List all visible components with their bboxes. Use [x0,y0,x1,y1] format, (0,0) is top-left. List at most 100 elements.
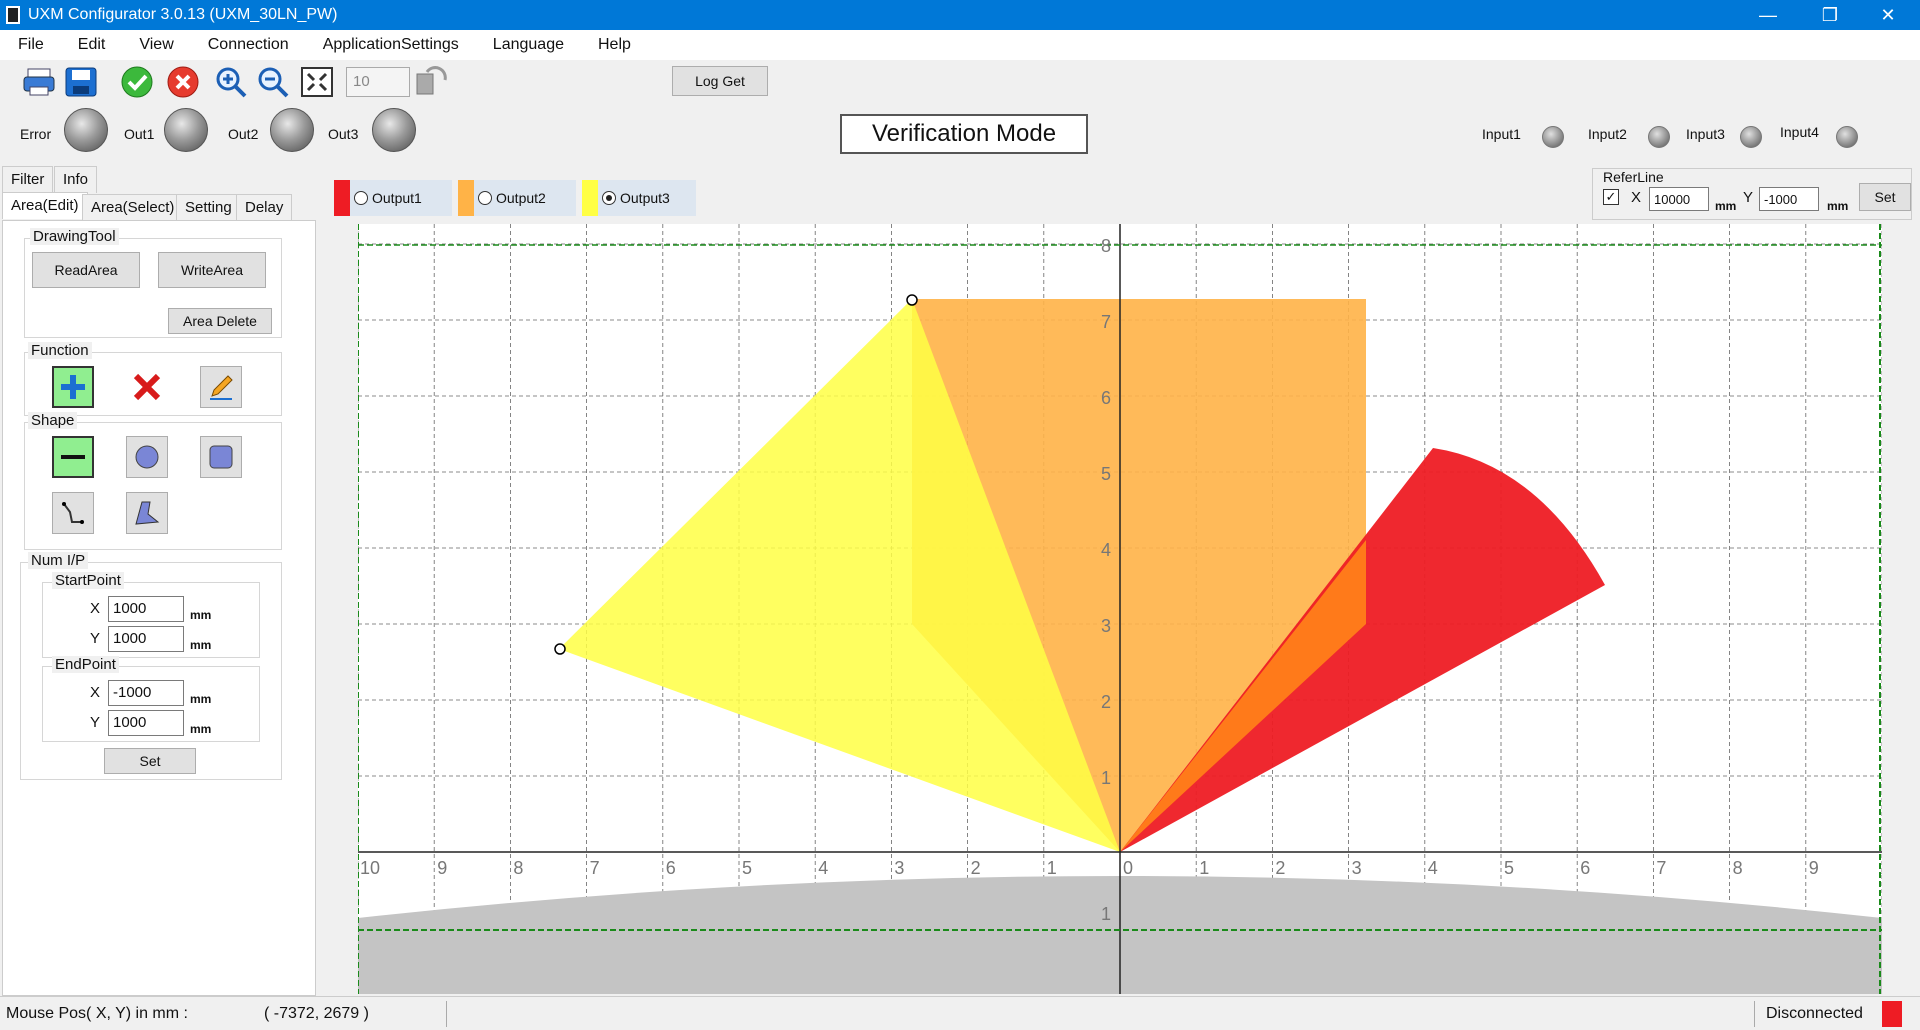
apply-icon[interactable] [118,64,156,100]
input2-lamp [1648,126,1670,148]
write-area-button[interactable]: WriteArea [158,252,266,288]
menu-edit[interactable]: Edit [60,30,122,60]
fit-icon[interactable] [298,64,336,100]
x-tick-label: 6 [666,858,676,878]
toolbar [0,60,1920,102]
y-tick-label: 1 [1101,768,1111,788]
out1-label: Out1 [124,126,155,142]
x-tick-label: 10 [360,858,380,878]
menu-help[interactable]: Help [580,30,647,60]
end-point-title: EndPoint [52,656,119,673]
read-area-button[interactable]: ReadArea [32,252,140,288]
y-tick-label: 7 [1101,312,1111,332]
mode-indicator: Verification Mode [840,114,1088,154]
mouse-pos-label: Mouse Pos( X, Y) in mm : [6,1005,188,1022]
x-tick-label: 8 [1733,858,1743,878]
input1-label: Input1 [1482,126,1521,142]
input4-label: Input4 [1780,124,1819,140]
refer-line-x-label: X [1631,189,1642,206]
end-y-input[interactable]: 1000 [108,710,184,736]
shape-line-button[interactable] [52,436,94,478]
menu-application-settings[interactable]: ApplicationSettings [305,30,475,60]
circle-icon [135,445,159,469]
x-tick-label: 2 [1275,858,1285,878]
end-x-unit: mm [190,692,212,706]
zoom-out-icon[interactable] [254,64,292,100]
refer-line-set-button[interactable]: Set [1859,183,1911,211]
shape-polygon-button[interactable] [126,492,168,534]
refer-line-group: ReferLine ✓ X 10000 mm Y -1000 mm Set [1592,168,1912,220]
refer-line-y-unit: mm [1827,199,1849,213]
menu-language[interactable]: Language [475,30,580,60]
end-y-label: Y [90,714,101,731]
output2-radio[interactable] [478,191,492,205]
save-icon[interactable] [62,64,100,100]
y-tick-label: 6 [1101,388,1111,408]
tab-delay[interactable]: Delay [236,194,293,221]
print-icon[interactable] [20,64,58,100]
menu-connection[interactable]: Connection [190,30,305,60]
function-title: Function [28,342,92,359]
start-x-input[interactable]: 1000 [108,596,184,622]
menu-view[interactable]: View [121,30,189,60]
app-icon [6,6,20,24]
x-tick-label: 1 [1199,858,1209,878]
polygon-icon [135,501,160,525]
minimize-button[interactable]: — [1740,0,1796,30]
input3-label: Input3 [1686,126,1725,142]
zoom-in-icon[interactable] [212,64,250,100]
close-button[interactable]: ✕ [1860,0,1916,30]
edit-area-button[interactable] [200,366,242,408]
output2-selector[interactable]: Output2 [458,180,576,216]
output1-radio[interactable] [354,191,368,205]
x-tick-label: 0 [1123,858,1133,878]
tab-setting[interactable]: Setting [176,194,241,221]
output2-label: Output2 [496,190,546,206]
vertex-handle[interactable] [906,294,918,306]
refer-line-checkbox[interactable]: ✓ [1603,189,1619,205]
x-tick-label: 1 [1047,858,1057,878]
maximize-button[interactable]: ❐ [1802,0,1858,30]
refresh-icon[interactable] [412,64,450,100]
end-x-input[interactable]: -1000 [108,680,184,706]
start-y-unit: mm [190,638,212,652]
output3-selector[interactable]: Output3 [582,180,696,216]
zoom-level-input[interactable]: 10 [346,67,410,97]
add-area-button[interactable] [52,366,94,408]
tab-filter[interactable]: Filter [2,166,54,193]
x-tick-label: 8 [513,858,523,878]
output3-radio[interactable] [602,191,616,205]
out3-label: Out3 [328,126,359,142]
out2-lamp [270,108,314,152]
cancel-icon[interactable] [164,64,202,100]
shape-rectangle-button[interactable] [200,436,242,478]
output1-swatch [334,180,350,216]
shape-polyline-button[interactable] [52,492,94,534]
refer-line-y-label: Y [1743,189,1754,206]
delete-area-button[interactable] [126,366,168,408]
tab-area-select[interactable]: Area(Select) [82,194,184,221]
window-title: UXM Configurator 3.0.13 (UXM_30LN_PW) [28,6,338,23]
log-get-button[interactable]: Log Get [672,66,768,96]
line-icon [61,455,85,459]
start-y-input[interactable]: 1000 [108,626,184,652]
x-tick-label: 7 [1656,858,1666,878]
tab-area-edit[interactable]: Area(Edit) [2,192,88,219]
num-ip-title: Num I/P [28,552,89,569]
area-plot[interactable]: 10987654321012345678910123456781 [358,224,1882,994]
tab-info[interactable]: Info [54,166,98,193]
area-delete-button[interactable]: Area Delete [168,308,272,334]
out3-lamp [372,108,416,152]
x-tick-label: 2 [971,858,981,878]
output2-swatch [458,180,474,216]
output3-label: Output3 [620,190,670,206]
vertex-handle[interactable] [554,643,566,655]
menu-file[interactable]: File [0,30,60,60]
start-x-label: X [90,600,101,617]
num-ip-set-button[interactable]: Set [104,748,196,774]
output1-selector[interactable]: Output1 [334,180,452,216]
refer-line-y-input[interactable]: -1000 [1759,187,1819,211]
shape-circle-button[interactable] [126,436,168,478]
status-separator [446,1001,447,1027]
refer-line-x-input[interactable]: 10000 [1649,187,1709,211]
